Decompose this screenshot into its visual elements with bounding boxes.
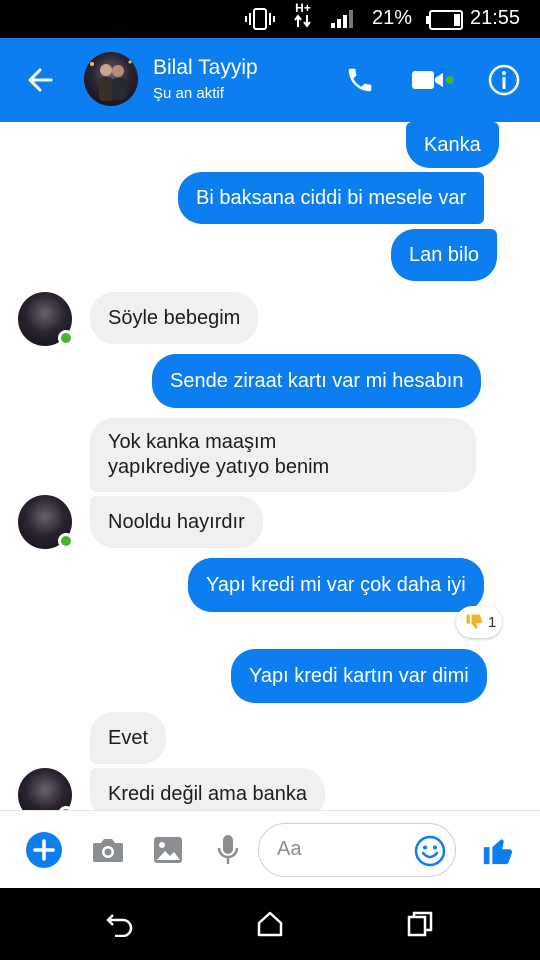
message-bubble-incoming[interactable]: Kredi değil ama banka <box>90 768 326 810</box>
voice-record-button[interactable] <box>206 828 250 872</box>
back-button[interactable] <box>20 60 60 100</box>
message-bubble-incoming[interactable]: Söyle bebegim <box>90 292 259 344</box>
back-icon <box>106 914 133 937</box>
emoji-icon <box>414 835 446 867</box>
contact-avatar-small[interactable] <box>18 495 74 549</box>
contact-status: Şu an aktif <box>153 85 224 102</box>
info-icon <box>488 64 520 96</box>
message-bubble-incoming[interactable]: Yok kanka maaşım yapıkrediye yatıyo beni… <box>90 418 476 492</box>
contact-name[interactable]: Bilal Tayyip <box>153 56 258 80</box>
battery-percent: 21% <box>372 7 413 29</box>
message-text-line: yapıkrediye yatıyo benim <box>108 456 330 478</box>
online-indicator <box>58 533 74 549</box>
system-back-button[interactable] <box>100 906 140 942</box>
phone-icon <box>348 68 372 92</box>
message-text: Yapı kredi mi var çok daha iyi <box>206 573 466 596</box>
message-bubble-outgoing[interactable]: Kanka <box>406 122 499 168</box>
message-input[interactable] <box>277 838 407 861</box>
thumbs-up-icon <box>483 839 513 865</box>
recent-apps-icon <box>407 911 433 937</box>
gallery-button[interactable] <box>146 828 190 872</box>
camera-icon <box>93 839 123 862</box>
message-bubble-outgoing[interactable]: Yapı kredi kartın var dimi <box>231 649 487 703</box>
voice-call-button[interactable] <box>338 58 382 102</box>
back-arrow-icon <box>28 68 53 92</box>
message-bubble-outgoing[interactable]: Lan bilo <box>391 229 498 281</box>
image-icon <box>154 837 182 863</box>
message-bubble-outgoing[interactable]: Yapı kredi mi var çok daha iyi <box>188 558 484 612</box>
conversation-header: Bilal Tayyip Şu an aktif <box>0 38 540 122</box>
message-text: Kredi değil ama banka <box>108 782 308 805</box>
more-actions-button[interactable] <box>22 828 66 872</box>
message-text-line: Yok kanka maaşım <box>108 431 277 453</box>
microphone-icon <box>217 835 239 864</box>
message-text: Lan bilo <box>409 243 480 266</box>
vibrate-icon <box>244 8 276 35</box>
add-icon <box>26 832 62 868</box>
message-bubble-incoming[interactable]: Evet <box>90 712 167 764</box>
message-text: Kanka <box>424 133 481 156</box>
reaction-count: 1 <box>488 613 497 631</box>
contact-avatar-small[interactable] <box>18 292 74 346</box>
message-composer <box>0 810 540 888</box>
message-text: Bi baksana ciddi bi mesele var <box>196 186 467 209</box>
info-button[interactable] <box>482 58 526 102</box>
signal-icon <box>330 9 356 34</box>
video-camera-icon <box>412 71 454 89</box>
message-list[interactable]: Kanka Bi baksana ciddi bi mesele var Lan… <box>0 122 540 810</box>
message-bubble-outgoing[interactable]: Bi baksana ciddi bi mesele var <box>178 172 485 224</box>
message-field[interactable] <box>258 823 456 877</box>
status-bar: H+ 21% 21:55 <box>0 0 540 38</box>
message-text: Yapı kredi kartın var dimi <box>249 664 469 687</box>
send-like-button[interactable] <box>476 828 520 872</box>
home-icon <box>257 911 283 937</box>
contact-avatar-small[interactable] <box>18 768 74 810</box>
message-bubble-outgoing[interactable]: Sende ziraat kartı var mi hesabın <box>152 354 482 408</box>
message-bubble-incoming[interactable]: Nooldu hayırdır <box>90 496 263 548</box>
message-reaction[interactable]: 1 <box>456 606 503 638</box>
video-call-button[interactable] <box>410 58 454 102</box>
network-type-label: H+ <box>295 1 311 15</box>
message-text: Sende ziraat kartı var mi hesabın <box>170 369 464 392</box>
message-text: Nooldu hayırdır <box>108 510 245 533</box>
network-type: H+ <box>293 2 313 30</box>
system-recent-apps-button[interactable] <box>400 906 440 942</box>
clock: 21:55 <box>470 7 521 29</box>
message-text: Evet <box>108 726 149 749</box>
contact-avatar[interactable] <box>84 52 138 106</box>
online-indicator <box>58 330 74 346</box>
system-nav-bar <box>0 888 540 960</box>
system-home-button[interactable] <box>250 906 290 942</box>
battery-icon <box>426 10 464 35</box>
camera-button[interactable] <box>86 828 130 872</box>
thumbs-down-icon <box>466 614 483 629</box>
message-text: Söyle bebegim <box>108 306 241 329</box>
emoji-button[interactable] <box>409 830 451 872</box>
